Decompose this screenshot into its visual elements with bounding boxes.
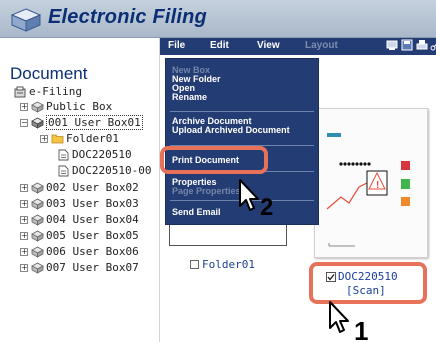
tree-item-label: Public Box [46,100,113,113]
document-tag: [Scan] [346,284,386,297]
tree-item-label: 005 User Box05 [46,229,139,242]
mouse-pointer-icon [329,301,349,333]
tree-item-user-box07[interactable]: + 007 User Box07 [20,261,139,274]
document-icon [58,165,69,176]
document-preview-image: ! [326,133,410,247]
app-header: Electronic Filing [0,0,436,38]
expand-toggle[interactable]: + [20,199,28,208]
expand-toggle[interactable]: + [40,134,48,143]
menu-item-rename[interactable]: Rename [172,92,207,102]
tree-item-label: 001 User Box01 [46,115,143,130]
menu-item-page-properties[interactable]: Page Properties [172,186,241,196]
tree-item-folder01[interactable]: + Folder01 [40,132,119,145]
efiling-window: Electronic Filing File Edit View Layout … [0,0,436,342]
tree-item-user-box02[interactable]: + 002 User Box02 [20,181,139,194]
tree-item-efiling[interactable]: e-Filing [14,85,82,98]
box-icon [31,230,44,242]
box-icon [31,262,44,274]
expand-toggle[interactable]: + [20,215,28,224]
menu-item-send-email[interactable]: Send Email [172,207,221,217]
folder-label: Folder01 [202,258,255,271]
document-label-highlight: DOC220510 [Scan] [309,262,427,304]
menu-bar: File Edit View Layout [160,38,436,55]
tree-item-user-box03[interactable]: + 003 User Box03 [20,197,139,210]
menu-edit[interactable]: Edit [210,40,229,51]
box-icon [31,246,44,258]
app-title: Electronic Filing [48,6,207,28]
tree-item-label: 006 User Box06 [46,245,139,258]
box-icon [31,198,44,210]
mouse-pointer-icon [239,179,259,211]
menu-file[interactable]: File [168,40,185,51]
panel-title: Document [10,64,88,83]
box-icon [31,117,44,129]
save-icon[interactable] [401,39,413,51]
tree-item-user-box06[interactable]: + 006 User Box06 [20,245,139,258]
print-document-highlight [160,146,268,174]
menu-item-upload-archived-document[interactable]: Upload Archived Document [172,125,290,135]
tree-item-user-box05[interactable]: + 005 User Box05 [20,229,139,242]
folder-checkbox[interactable] [190,260,199,269]
menu-view[interactable]: View [257,40,280,51]
menu-layout[interactable]: Layout [305,40,338,51]
folder-icon [51,134,64,144]
tree-item-doc220510[interactable]: DOC220510 [57,148,132,161]
tree-item-label: DOC220510 [72,148,132,161]
svg-text:!: ! [376,180,379,191]
tree-item-user-box04[interactable]: + 004 User Box04 [20,213,139,226]
efiling-icon [14,86,26,97]
expand-toggle[interactable]: + [20,183,28,192]
collapse-toggle[interactable]: − [20,118,28,127]
document-name: DOC220510 [338,270,398,283]
document-select[interactable]: DOC220510 [326,270,398,283]
checkbox-checked-icon[interactable] [326,271,336,282]
expand-toggle[interactable]: + [20,263,28,272]
tree-item-user-box01[interactable]: − 001 User Box01 [20,115,143,130]
tree-item-public-box[interactable]: + Public Box [20,100,112,113]
step-callout-2: 2 [260,194,274,221]
tree-item-doc220510-00[interactable]: DOC220510-00 [57,164,151,177]
box-icon [31,214,44,226]
efiling-logo-icon [10,8,42,32]
document-icon [58,149,69,160]
tree-item-label: Folder01 [66,132,119,145]
tree-item-label: 003 User Box03 [46,197,139,210]
print-icon[interactable] [416,39,428,51]
box-icon [31,101,44,113]
tree-item-label: 004 User Box04 [46,213,139,226]
menu-separator [170,111,314,112]
expand-toggle[interactable]: + [20,102,28,111]
tree-item-label: 002 User Box02 [46,181,139,194]
expand-toggle[interactable]: + [20,231,28,240]
thumbnail-view-icon[interactable] [386,39,398,51]
cut-icon[interactable] [430,39,436,51]
tree-item-label: e-Filing [29,85,82,98]
expand-toggle[interactable]: + [20,247,28,256]
tree-item-label: 007 User Box07 [46,261,139,274]
step-callout-1: 1 [354,316,369,342]
tree-item-label: DOC220510-00 [72,164,152,177]
folder-select[interactable]: Folder01 [190,258,255,271]
document-thumbnail[interactable]: ! [314,108,428,258]
box-icon [31,182,44,194]
